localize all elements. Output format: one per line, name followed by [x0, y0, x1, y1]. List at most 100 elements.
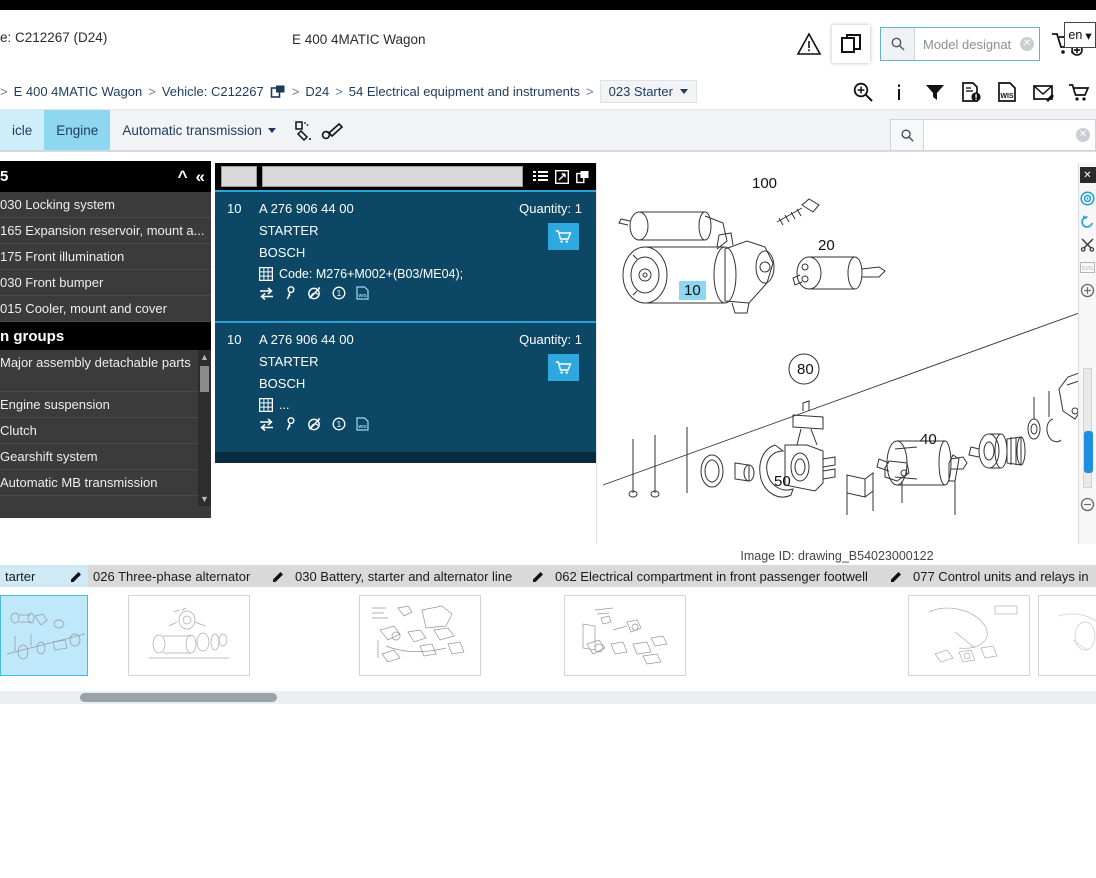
- list-item[interactable]: tarter: [0, 565, 88, 676]
- document-alert-icon[interactable]: [960, 81, 982, 103]
- tree-scrollbar[interactable]: ▲ ▼: [198, 350, 211, 506]
- wis-icon[interactable]: WIS: [996, 81, 1018, 103]
- rotate-left-icon[interactable]: [1080, 213, 1096, 229]
- part-search-input[interactable]: [924, 120, 1095, 150]
- tree-group-item-1[interactable]: Engine suspension: [0, 392, 211, 418]
- zoom-in-icon[interactable]: [1080, 282, 1096, 298]
- tree-group-item-2[interactable]: Clutch: [0, 418, 211, 444]
- scroll-down-icon[interactable]: ▼: [198, 492, 211, 506]
- zoom-slider-handle[interactable]: [1084, 431, 1093, 473]
- tree-item-4[interactable]: 015 Cooler, mount and cover: [0, 296, 211, 322]
- breadcrumb-selected[interactable]: 023 Starter: [599, 80, 697, 103]
- thumbnail-caption[interactable]: tarter: [0, 565, 88, 587]
- search-icon[interactable]: [881, 28, 915, 60]
- thumbnail-horizontal-scrollbar[interactable]: [0, 691, 1096, 704]
- zoom-out-icon[interactable]: [1080, 496, 1096, 512]
- edit-icon[interactable]: [532, 570, 545, 583]
- tools-icon[interactable]: [320, 119, 344, 143]
- drawing-thumbnail-strip[interactable]: tarter 026 Three-phase alternator 030 Ba…: [0, 565, 1096, 689]
- svg-icon[interactable]: SVG: [1080, 259, 1096, 275]
- breadcrumb-item-3[interactable]: 54 Electrical equipment and instruments: [349, 84, 580, 99]
- key-icon[interactable]: [284, 286, 297, 300]
- paint-spray-icon[interactable]: [292, 119, 316, 143]
- copy-icon[interactable]: [576, 170, 590, 184]
- wis-doc-icon[interactable]: WIS: [356, 417, 369, 431]
- search-icon[interactable]: [890, 119, 924, 151]
- tree-item-1[interactable]: 165 Expansion reservoir, mount a...: [0, 218, 211, 244]
- key-icon[interactable]: [284, 417, 297, 431]
- zoom-in-icon[interactable]: [852, 81, 874, 103]
- drawing-viewer[interactable]: 100 20 10 80 40 50: [596, 163, 1096, 544]
- info-icon[interactable]: [888, 81, 910, 103]
- breadcrumb-item-0[interactable]: E 400 4MATIC Wagon: [14, 84, 143, 99]
- warning-triangle-icon[interactable]: [796, 31, 822, 57]
- breadcrumb-item-2[interactable]: D24: [305, 84, 329, 99]
- parts-filter-input[interactable]: [262, 166, 523, 187]
- model-search-box[interactable]: ✕: [880, 27, 1040, 61]
- list-view-icon[interactable]: [533, 170, 548, 184]
- list-item[interactable]: 077 Control units and relays in: [908, 565, 1096, 676]
- mail-edit-icon[interactable]: [1032, 81, 1054, 103]
- exploded-parts-drawing[interactable]: [597, 163, 1079, 544]
- exchange-icon[interactable]: [259, 417, 274, 431]
- exchange-icon[interactable]: [259, 286, 274, 300]
- callout-80[interactable]: 80: [797, 361, 814, 378]
- grid-icon[interactable]: [259, 267, 273, 281]
- tree-item-2[interactable]: 175 Front illumination: [0, 244, 211, 270]
- no-remanufacture-icon[interactable]: [307, 417, 322, 431]
- thumbnail-image[interactable]: [128, 595, 250, 676]
- list-item[interactable]: 062 Electrical compartment in front pass…: [550, 565, 908, 676]
- parts-filter-selector[interactable]: [221, 166, 257, 187]
- expand-icon[interactable]: [555, 169, 569, 184]
- tab-engine[interactable]: Engine: [44, 109, 111, 152]
- edit-icon[interactable]: [70, 570, 83, 583]
- clear-icon[interactable]: ✕: [1020, 37, 1034, 51]
- clear-icon[interactable]: ✕: [1076, 128, 1090, 142]
- tree-group-item-3[interactable]: Gearshift system: [0, 444, 211, 470]
- list-item[interactable]: 030 Battery, starter and alternator line: [290, 565, 550, 676]
- callout-10[interactable]: 10: [679, 281, 706, 300]
- table-row[interactable]: 10 A 276 906 44 00 STARTER BOSCH ... 1 W…: [215, 321, 596, 452]
- list-item[interactable]: 026 Three-phase alternator: [88, 565, 290, 676]
- note-1-icon[interactable]: 1: [332, 417, 346, 431]
- tree-item-3[interactable]: 030 Front bumper: [0, 270, 211, 296]
- tab-automatic-transmission[interactable]: Automatic transmission: [110, 110, 288, 152]
- add-to-cart-button[interactable]: [548, 354, 579, 381]
- grid-icon[interactable]: [259, 398, 273, 412]
- callout-20[interactable]: 20: [818, 237, 835, 254]
- edit-icon[interactable]: [272, 570, 285, 583]
- filter-icon[interactable]: [924, 81, 946, 103]
- scrollbar-thumb[interactable]: [200, 366, 209, 392]
- add-to-cart-button[interactable]: [548, 223, 579, 250]
- thumbnail-caption[interactable]: 026 Three-phase alternator: [88, 565, 290, 587]
- language-selector[interactable]: en ▾: [1064, 22, 1096, 48]
- part-search-box[interactable]: ✕: [890, 119, 1096, 151]
- copy-vehicle-icon[interactable]: [270, 84, 286, 100]
- copy-icon[interactable]: [832, 25, 870, 63]
- thumbnail-caption[interactable]: 062 Electrical compartment in front pass…: [550, 565, 908, 587]
- callout-40[interactable]: 40: [920, 431, 937, 448]
- cart-icon[interactable]: [1068, 81, 1090, 103]
- thumbnail-image[interactable]: [1038, 595, 1096, 676]
- breadcrumb-item-1[interactable]: Vehicle: C212267: [162, 84, 264, 99]
- target-icon[interactable]: [1080, 190, 1096, 206]
- thumbnail-caption[interactable]: 077 Control units and relays in: [908, 565, 1096, 587]
- callout-100[interactable]: 100: [752, 175, 777, 192]
- collapse-left-icon[interactable]: «: [196, 167, 205, 187]
- close-icon[interactable]: ✕: [1079, 167, 1096, 183]
- callout-50[interactable]: 50: [774, 473, 791, 490]
- tree-group-item-0[interactable]: Major assembly detachable parts: [0, 350, 211, 392]
- table-row[interactable]: 10 A 276 906 44 00 STARTER BOSCH Code: M…: [215, 190, 596, 321]
- tab-vehicle[interactable]: icle: [0, 109, 45, 152]
- thumbnail-image[interactable]: [359, 595, 481, 676]
- thumbnail-image[interactable]: [564, 595, 686, 676]
- thumbnail-image[interactable]: [908, 595, 1030, 676]
- tree-item-0[interactable]: 030 Locking system: [0, 192, 211, 218]
- note-1-icon[interactable]: 1: [332, 286, 346, 300]
- scissors-icon[interactable]: [1080, 236, 1096, 252]
- thumbnail-image[interactable]: [0, 595, 88, 676]
- scrollbar-thumb[interactable]: [80, 693, 277, 702]
- no-remanufacture-icon[interactable]: [307, 286, 322, 300]
- scroll-up-icon[interactable]: ▲: [198, 350, 211, 364]
- tree-group-item-4[interactable]: Automatic MB transmission: [0, 470, 211, 496]
